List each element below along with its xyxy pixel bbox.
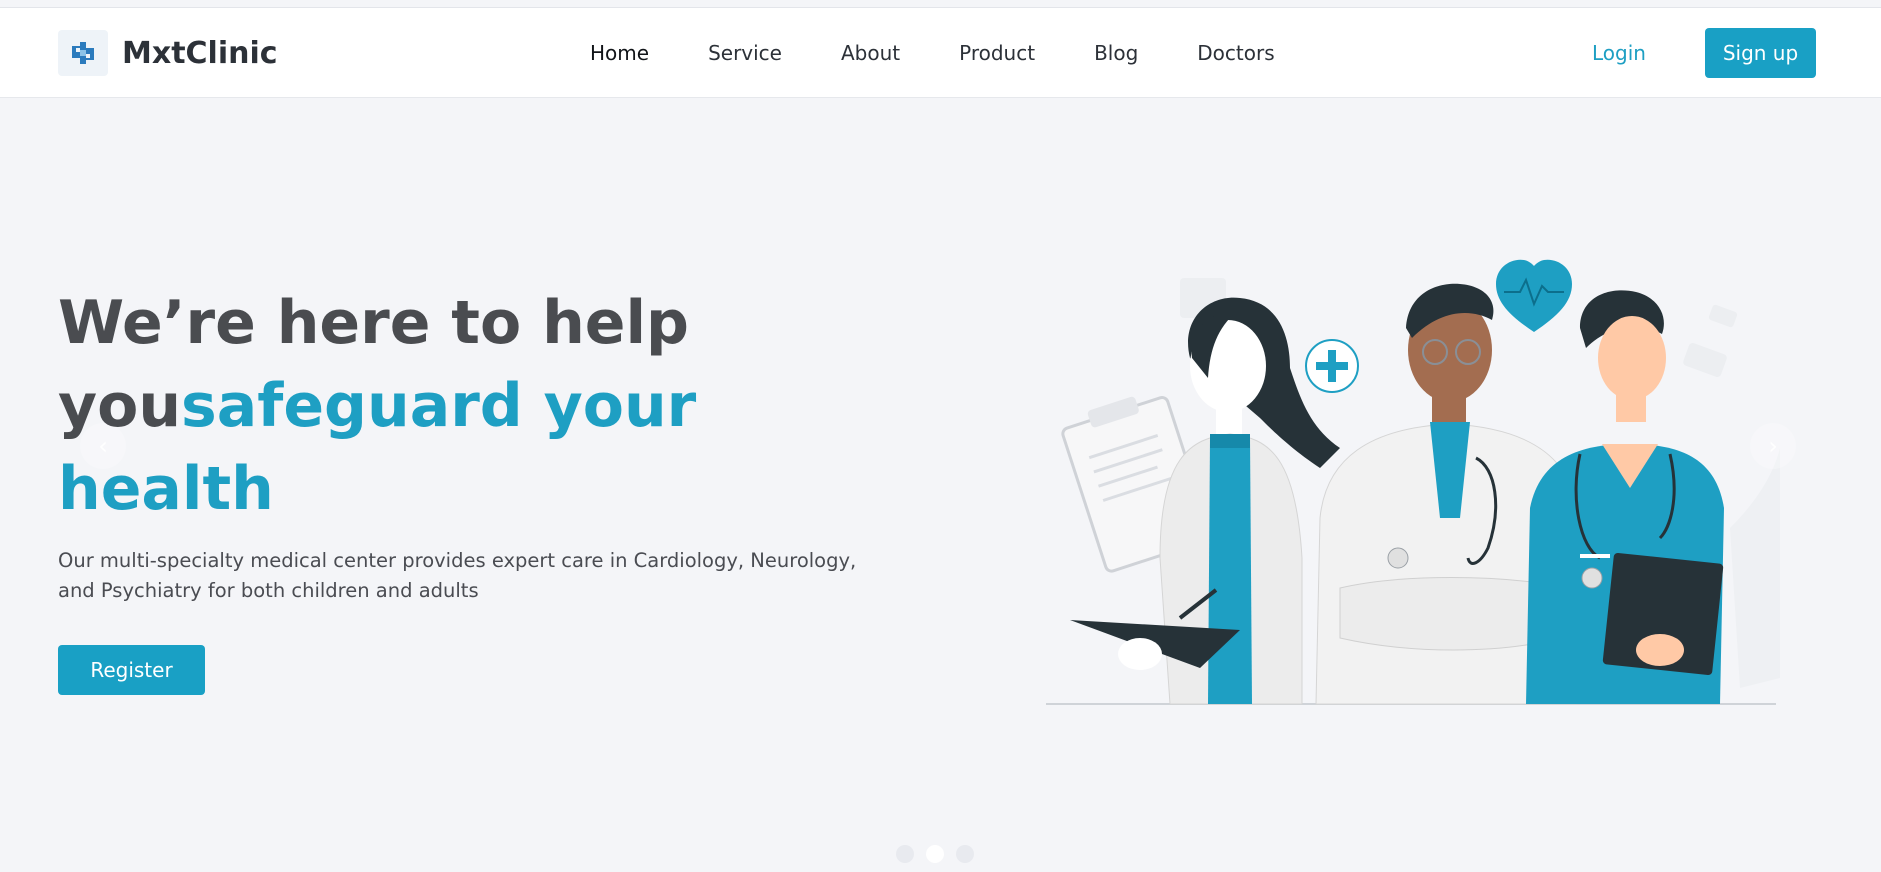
register-button[interactable]: Register: [58, 645, 205, 695]
site-header: MxtClinic Home Service About Product Blo…: [0, 8, 1881, 98]
chevron-right-icon: ›: [1768, 432, 1778, 460]
hero-title-plain: you: [58, 371, 182, 441]
carousel-dot-1[interactable]: [896, 845, 914, 863]
doctors-illustration: [1040, 258, 1780, 708]
hero-title-accent-2: health: [58, 454, 274, 524]
medical-plus-icon: [1305, 339, 1359, 393]
hero-description: Our multi-specialty medical center provi…: [58, 549, 857, 602]
carousel-dot-3[interactable]: [956, 845, 974, 863]
signup-button[interactable]: Sign up: [1705, 28, 1816, 78]
top-strip: [0, 0, 1881, 8]
carousel-next-button[interactable]: ›: [1750, 423, 1796, 469]
login-link[interactable]: Login: [1592, 38, 1646, 68]
carousel-indicators: [896, 845, 974, 863]
heart-pulse-icon: [1496, 259, 1572, 332]
nav-home[interactable]: Home: [590, 38, 649, 68]
main-nav: Home Service About Product Blog Doctors: [590, 38, 1334, 68]
brand[interactable]: MxtClinic: [58, 30, 278, 76]
nav-blog[interactable]: Blog: [1094, 38, 1138, 68]
carousel-dot-2[interactable]: [926, 845, 944, 863]
nav-service[interactable]: Service: [708, 38, 782, 68]
hero-title-accent-1: safeguard your: [181, 371, 697, 441]
hero-title-line1: We’re here to help: [58, 288, 689, 358]
hero-title: We’re here to help yousafeguard your hea…: [58, 282, 778, 531]
brand-name: MxtClinic: [122, 35, 278, 71]
nav-product[interactable]: Product: [959, 38, 1035, 68]
nav-doctors[interactable]: Doctors: [1197, 38, 1274, 68]
clinic-logo-icon: [58, 30, 108, 76]
nav-about[interactable]: About: [841, 38, 900, 68]
